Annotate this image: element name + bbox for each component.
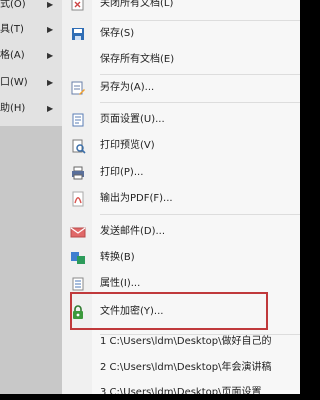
mail-icon (70, 227, 86, 238)
screen: 式(O) ▶ 具(T) ▶ 格(A) ▶ 口(W) ▶ 助(H) ▶ 关闭所有文 (0, 0, 300, 394)
menu-item-label: 转换(B) (100, 252, 135, 263)
encrypt-highlight-box (70, 292, 268, 330)
menu-item-label: 输出为PDF(F)... (100, 193, 173, 204)
chevron-right-icon: ▶ (47, 0, 54, 9)
menu-separator (100, 214, 300, 215)
recent-file-path: 1 C:\Users\ldm\Desktop\做好自己的 (100, 336, 272, 347)
menu-item-export-pdf[interactable]: 输出为PDF(F)... (62, 187, 300, 211)
menu-separator (100, 102, 300, 103)
menu-item-label: 式(O) (0, 0, 26, 10)
pdf-icon (72, 191, 84, 207)
save-as-icon (71, 81, 85, 95)
menu-item-label: 具(T) (0, 24, 24, 35)
page-setup-icon (72, 113, 84, 127)
chevron-right-icon: ▶ (47, 104, 54, 113)
chevron-right-icon: ▶ (47, 51, 54, 60)
recent-file-3[interactable]: 3 C:\Users\ldm\Desktop\页面设置 (62, 381, 300, 394)
menu-item-label: 格(A) (0, 50, 25, 61)
save-icon (72, 28, 84, 40)
menu-item-label: 发送邮件(D)... (100, 226, 166, 237)
menu-item-save-as[interactable]: 另存为(A)... (62, 76, 300, 100)
menu-item-save-all[interactable]: 保存所有文档(E) (62, 48, 300, 72)
menu-item-print[interactable]: 打印(P)... (62, 161, 300, 185)
chevron-right-icon: ▶ (47, 25, 54, 34)
menu-item-table[interactable]: 格(A) ▶ (0, 43, 62, 69)
menu-item-label: 保存(S) (100, 28, 135, 39)
menu-item-label: 打印(P)... (100, 167, 144, 178)
menu-separator (100, 20, 300, 21)
file-menu: 关闭所有文档(L) 保存(S) 保存所有文档(E) 另存为(A)... 页面设置… (62, 0, 300, 394)
menu-item-label: 页面设置(U)... (100, 114, 165, 125)
menu-item-label: 保存所有文档(E) (100, 54, 175, 65)
menu-item-tools[interactable]: 具(T) ▶ (0, 17, 62, 43)
menu-item-format[interactable]: 式(O) ▶ (0, 0, 62, 18)
menu-item-save[interactable]: 保存(S) (62, 22, 300, 46)
menu-item-label: 另存为(A)... (100, 82, 155, 93)
menu-separator (100, 74, 300, 75)
chevron-right-icon: ▶ (47, 78, 54, 87)
menu-item-page-setup[interactable]: 页面设置(U)... (62, 108, 300, 132)
menu-item-send-mail[interactable]: 发送邮件(D)... (62, 220, 300, 244)
menu-item-help[interactable]: 助(H) ▶ (0, 96, 62, 122)
menu-item-label: 关闭所有文档(L) (100, 0, 174, 9)
properties-icon (72, 277, 84, 291)
print-preview-icon (72, 139, 86, 154)
convert-icon (71, 252, 85, 264)
recent-file-path: 2 C:\Users\ldm\Desktop\年会演讲稿 (100, 362, 272, 373)
main-menu-dropdown: 式(O) ▶ 具(T) ▶ 格(A) ▶ 口(W) ▶ 助(H) ▶ (0, 0, 63, 394)
menu-item-label: 口(W) (0, 77, 28, 88)
recent-file-path: 3 C:\Users\ldm\Desktop\页面设置 (100, 387, 262, 394)
menu-item-window[interactable]: 口(W) ▶ (0, 70, 62, 96)
recent-file-2[interactable]: 2 C:\Users\ldm\Desktop\年会演讲稿 (62, 356, 300, 380)
close-all-icon (71, 0, 84, 11)
menu-item-close-all[interactable]: 关闭所有文档(L) (62, 0, 300, 16)
menu-item-label: 助(H) (0, 103, 26, 114)
printer-icon (72, 166, 84, 180)
menu-item-print-preview[interactable]: 打印预览(V) (62, 134, 300, 158)
menu-item-label: 打印预览(V) (100, 140, 155, 151)
recent-file-1[interactable]: 1 C:\Users\ldm\Desktop\做好自己的 (62, 330, 300, 354)
menu-item-convert[interactable]: 转换(B) (62, 246, 300, 270)
